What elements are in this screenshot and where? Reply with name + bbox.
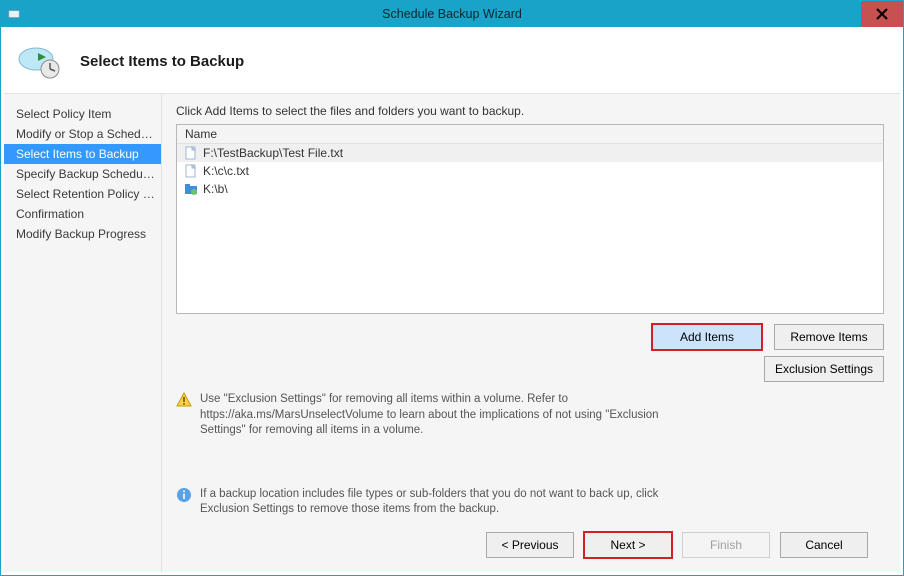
wizard-header: Select Items to Backup [4, 30, 900, 94]
item-buttons-row: Add Items Remove Items [176, 324, 884, 350]
exclusion-settings-button[interactable]: Exclusion Settings [764, 356, 884, 382]
window-body: Select Items to Backup Select Policy Ite… [3, 29, 901, 573]
column-header-name[interactable]: Name [177, 125, 883, 144]
list-item[interactable]: F:\TestBackup\Test File.txt [177, 144, 883, 162]
info-note: If a backup location includes file types… [176, 487, 696, 518]
next-button[interactable]: Next > [584, 532, 672, 558]
file-icon [183, 163, 199, 179]
items-list[interactable]: Name F:\TestBackup\Test File.txt [176, 124, 884, 314]
instruction-text: Click Add Items to select the files and … [176, 104, 884, 118]
info-text: If a backup location includes file types… [200, 487, 696, 518]
wizard-body: Select Policy Item Modify or Stop a Sche… [4, 94, 900, 572]
warning-note: Use "Exclusion Settings" for removing al… [176, 392, 696, 439]
list-item-text: F:\TestBackup\Test File.txt [203, 146, 343, 160]
window-title: Schedule Backup Wizard [1, 7, 903, 21]
list-item-text: K:\c\c.txt [203, 164, 249, 178]
info-icon [176, 487, 192, 503]
add-items-button[interactable]: Add Items [652, 324, 762, 350]
wizard-steps-sidebar: Select Policy Item Modify or Stop a Sche… [4, 94, 162, 572]
folder-special-icon [183, 181, 199, 197]
wizard-footer: < Previous Next > Finish Cancel [176, 522, 884, 572]
file-icon [183, 145, 199, 161]
step-specify-backup-schedule[interactable]: Specify Backup Schedule ... [4, 164, 161, 184]
finish-button: Finish [682, 532, 770, 558]
close-button[interactable] [861, 1, 903, 27]
wizard-window: Schedule Backup Wizard Select Items to B… [0, 0, 904, 576]
list-item[interactable]: K:\b\ [177, 180, 883, 198]
step-select-policy-item[interactable]: Select Policy Item [4, 104, 161, 124]
warning-icon [176, 392, 192, 408]
wizard-main-panel: Click Add Items to select the files and … [162, 94, 900, 572]
step-select-items-to-backup[interactable]: Select Items to Backup [4, 144, 161, 164]
titlebar: Schedule Backup Wizard [1, 1, 903, 27]
warning-text: Use "Exclusion Settings" for removing al… [200, 392, 696, 439]
list-item-text: K:\b\ [203, 182, 228, 196]
step-select-retention-policy[interactable]: Select Retention Policy (F... [4, 184, 161, 204]
exclusion-row: Exclusion Settings [176, 356, 884, 382]
step-modify-or-stop[interactable]: Modify or Stop a Schedul... [4, 124, 161, 144]
close-icon [876, 8, 888, 20]
page-title: Select Items to Backup [80, 53, 244, 70]
remove-items-button[interactable]: Remove Items [774, 324, 884, 350]
items-list-rows: F:\TestBackup\Test File.txt K:\c\c.txt [177, 144, 883, 313]
step-modify-backup-progress[interactable]: Modify Backup Progress [4, 224, 161, 244]
cancel-button[interactable]: Cancel [780, 532, 868, 558]
wizard-logo-icon [4, 30, 76, 94]
step-confirmation[interactable]: Confirmation [4, 204, 161, 224]
list-item[interactable]: K:\c\c.txt [177, 162, 883, 180]
previous-button[interactable]: < Previous [486, 532, 574, 558]
